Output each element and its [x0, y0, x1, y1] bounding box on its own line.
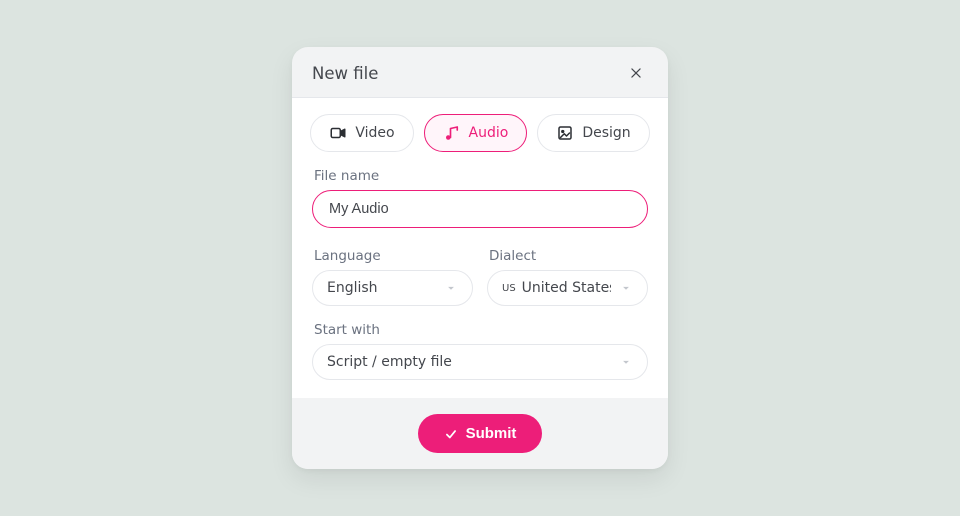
- lang-row: Language English Dialect US United State…: [312, 244, 648, 306]
- modal-title: New file: [312, 64, 378, 83]
- startwith-select[interactable]: Script / empty file: [312, 344, 648, 380]
- modal-body: Video Audio Design File name: [292, 98, 668, 398]
- new-file-modal: New file Video Audio: [292, 47, 668, 469]
- dialect-label: Dialect: [489, 248, 648, 264]
- startwith-label: Start with: [314, 322, 648, 338]
- file-type-design[interactable]: Design: [537, 114, 649, 152]
- chevron-down-icon: [619, 281, 633, 295]
- submit-label: Submit: [466, 425, 517, 442]
- file-type-audio[interactable]: Audio: [424, 114, 528, 152]
- file-type-label: Video: [355, 125, 394, 141]
- check-icon: [444, 427, 458, 441]
- dialect-select[interactable]: US United States: [487, 270, 648, 306]
- file-type-label: Audio: [469, 125, 509, 141]
- modal-footer: Submit: [292, 398, 668, 469]
- file-type-video[interactable]: Video: [310, 114, 413, 152]
- filename-input[interactable]: [312, 190, 648, 228]
- flag-icon: US: [502, 283, 516, 294]
- language-label: Language: [314, 248, 473, 264]
- filename-block: File name: [312, 168, 648, 228]
- startwith-value: Script / empty file: [327, 354, 452, 370]
- close-icon: [629, 66, 643, 80]
- filename-label: File name: [314, 168, 648, 184]
- submit-button[interactable]: Submit: [418, 414, 543, 453]
- file-type-label: Design: [582, 125, 630, 141]
- modal-header: New file: [292, 47, 668, 98]
- chevron-down-icon: [619, 355, 633, 369]
- design-icon: [556, 124, 574, 142]
- language-value: English: [327, 280, 378, 296]
- video-icon: [329, 124, 347, 142]
- dialect-value: United States: [522, 280, 611, 296]
- startwith-block: Start with Script / empty file: [312, 322, 648, 380]
- audio-icon: [443, 124, 461, 142]
- language-select[interactable]: English: [312, 270, 473, 306]
- chevron-down-icon: [444, 281, 458, 295]
- file-type-row: Video Audio Design: [312, 114, 648, 152]
- close-button[interactable]: [624, 61, 648, 85]
